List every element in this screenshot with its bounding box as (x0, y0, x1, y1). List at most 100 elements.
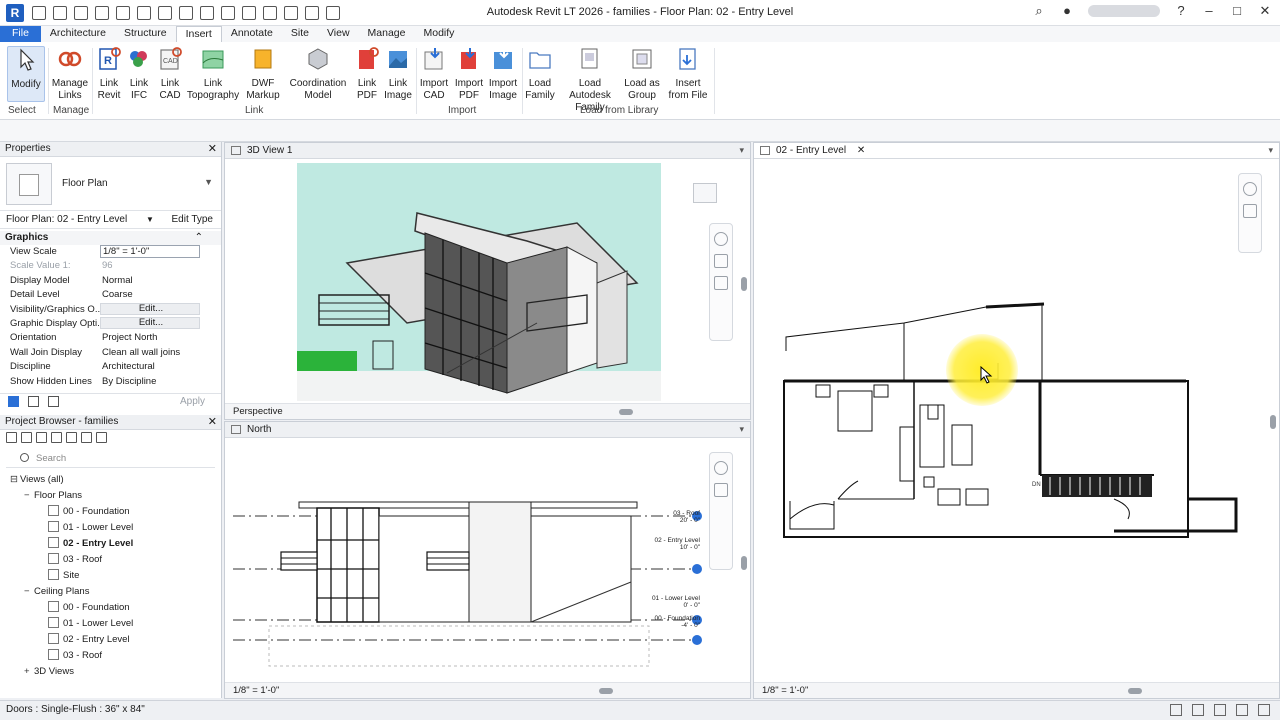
tree-item[interactable]: − Ceiling Plans (0, 584, 221, 600)
default-3d-view-icon[interactable] (242, 5, 256, 20)
tree-toggle-icon[interactable]: − (24, 584, 34, 600)
property-value[interactable]: By Discipline (100, 375, 200, 389)
maximize-button[interactable]: □ (1230, 4, 1244, 18)
tag-icon[interactable] (200, 5, 214, 20)
steering-wheel-icon[interactable] (714, 461, 728, 475)
zoom-icon[interactable] (714, 254, 728, 268)
minimize-button[interactable]: – (1202, 4, 1216, 18)
tree-item[interactable]: − Floor Plans (0, 488, 221, 504)
link-cad-button[interactable]: CAD Link CAD (155, 46, 185, 102)
property-value[interactable]: 1/8" = 1'-0" (100, 245, 200, 258)
drag-elements-icon[interactable] (1236, 704, 1248, 716)
select-underlay-icon[interactable] (1192, 704, 1204, 716)
coordination-model-button[interactable]: Coordination Model (288, 46, 348, 102)
link-topography-button[interactable]: Link Topography (186, 46, 240, 102)
property-value[interactable]: Architectural (100, 360, 200, 374)
property-value[interactable]: 96 (100, 259, 200, 273)
manage-links-button[interactable]: Manage Links (50, 46, 90, 102)
property-value[interactable]: Project North (100, 331, 200, 345)
chevron-down-icon[interactable]: ▾ (739, 143, 744, 158)
apply-button[interactable]: Apply (180, 396, 205, 407)
save-icon[interactable] (74, 5, 88, 20)
tab-modify[interactable]: Modify (415, 26, 464, 42)
property-row[interactable]: Wall Join Display Clean all wall joins (0, 346, 221, 360)
property-value[interactable]: Coarse (100, 288, 200, 302)
level-tag[interactable]: 02 - Entry Level 10' - 0" (654, 537, 700, 551)
instance-selector[interactable]: Floor Plan: 02 - Entry Level ▼ Edit Type (0, 211, 221, 229)
chevron-down-icon[interactable]: ▼ (204, 177, 213, 187)
measure-icon[interactable] (158, 5, 172, 20)
tab-file[interactable]: File (0, 26, 41, 42)
sort-icon[interactable] (8, 395, 19, 407)
tree-item[interactable]: Site (0, 568, 221, 584)
import-image-button[interactable]: Import Image (487, 46, 519, 102)
link-icon[interactable] (96, 431, 107, 443)
modify-button[interactable]: Modify (7, 46, 45, 102)
link-ifc-button[interactable]: Link IFC (125, 46, 153, 102)
tab-architecture[interactable]: Architecture (41, 26, 115, 42)
customize-qat-icon[interactable] (326, 5, 340, 20)
view-floor-plan-pane[interactable]: 02 - Entry Level ✕ ▾ DN 1/8" = 1'-0" (753, 142, 1280, 699)
3d-model-render[interactable] (297, 163, 661, 401)
select-panel-label[interactable]: Select (8, 105, 36, 116)
north-elevation-drawing[interactable] (225, 438, 735, 682)
tab-annotate[interactable]: Annotate (222, 26, 282, 42)
property-row[interactable]: Scale Value 1: 96 (0, 259, 221, 273)
scroll-thumb[interactable] (1270, 415, 1276, 429)
level-tag[interactable]: 00 - Foundation -4' - 0" (654, 615, 700, 629)
tree-item[interactable]: 01 - Lower Level (0, 616, 221, 632)
horizontal-scroll-thumb[interactable] (619, 409, 633, 415)
switch-windows-icon[interactable] (305, 5, 319, 20)
vertical-scrollbar[interactable] (740, 438, 748, 683)
property-row[interactable]: View Scale 1/8" = 1'-0" (0, 245, 221, 259)
edit-button[interactable]: Edit... (100, 302, 200, 315)
property-value[interactable]: Clean all wall joins (100, 346, 200, 360)
revit-logo-icon[interactable]: R (6, 3, 24, 22)
viewcube-icon[interactable] (693, 183, 717, 203)
edit-type-button[interactable]: Edit Type (171, 211, 213, 228)
schedule-icon[interactable] (36, 431, 47, 443)
chevron-down-icon[interactable]: ▾ (1268, 143, 1273, 158)
view-scale[interactable]: 1/8" = 1'-0" (762, 685, 808, 696)
type-selector[interactable]: Floor Plan ▼ (0, 157, 221, 211)
tab-insert[interactable]: Insert (175, 26, 222, 42)
scroll-thumb[interactable] (741, 556, 747, 570)
close-tab-icon[interactable]: ✕ (857, 145, 865, 156)
steering-wheel-icon[interactable] (1243, 182, 1257, 196)
dwf-markup-button[interactable]: DWF Markup (244, 46, 282, 102)
collapse-icon[interactable]: ⌃ (195, 231, 203, 245)
align-dimension-icon[interactable] (179, 5, 193, 20)
select-links-icon[interactable] (1170, 704, 1182, 716)
close-properties-icon[interactable]: ✕ (208, 142, 217, 156)
filter-icon[interactable] (1258, 704, 1270, 716)
family-icon[interactable] (66, 431, 77, 443)
vertical-scrollbar[interactable] (740, 159, 748, 404)
chevron-down-icon[interactable]: ▾ (739, 422, 744, 437)
tab-view[interactable]: View (318, 26, 359, 42)
redo-icon[interactable] (116, 5, 130, 20)
load-autodesk-family-button[interactable]: Load Autodesk Family (558, 46, 622, 114)
thin-lines-icon[interactable] (284, 5, 298, 20)
sort-alpha-icon[interactable] (28, 395, 39, 407)
tree-item[interactable]: 02 - Entry Level (0, 536, 221, 552)
new-icon[interactable] (53, 5, 67, 20)
import-pdf-button[interactable]: Import PDF (453, 46, 485, 102)
tab-structure[interactable]: Structure (115, 26, 176, 42)
view-3d-pane[interactable]: 3D View 1 ▾ Perspective (224, 142, 751, 420)
view-north-pane[interactable]: North ▾ 03 - Roof 20' - 0" 02 - Entry Leve… (224, 421, 751, 699)
tab-3d-view-1[interactable]: 3D View 1 ▾ (225, 143, 750, 159)
select-pinned-icon[interactable] (1214, 704, 1226, 716)
property-row[interactable]: Detail Level Coarse (0, 288, 221, 302)
vertical-scrollbar[interactable] (1269, 159, 1277, 679)
load-family-button[interactable]: Load Family (524, 46, 556, 102)
property-row[interactable]: Orientation Project North (0, 331, 221, 345)
print-icon[interactable] (137, 5, 151, 20)
open-icon[interactable] (32, 5, 46, 20)
edit-button[interactable]: Edit... (100, 316, 200, 329)
zoom-icon[interactable] (1243, 204, 1257, 218)
link-revit-button[interactable]: R Link Revit (94, 46, 124, 102)
level-tag[interactable]: 03 - Roof 20' - 0" (673, 510, 700, 524)
property-row[interactable]: Graphic Display Opti... Edit... (0, 316, 221, 331)
property-row[interactable]: Show Hidden Lines By Discipline (0, 375, 221, 389)
sort-desc-icon[interactable] (48, 395, 59, 407)
